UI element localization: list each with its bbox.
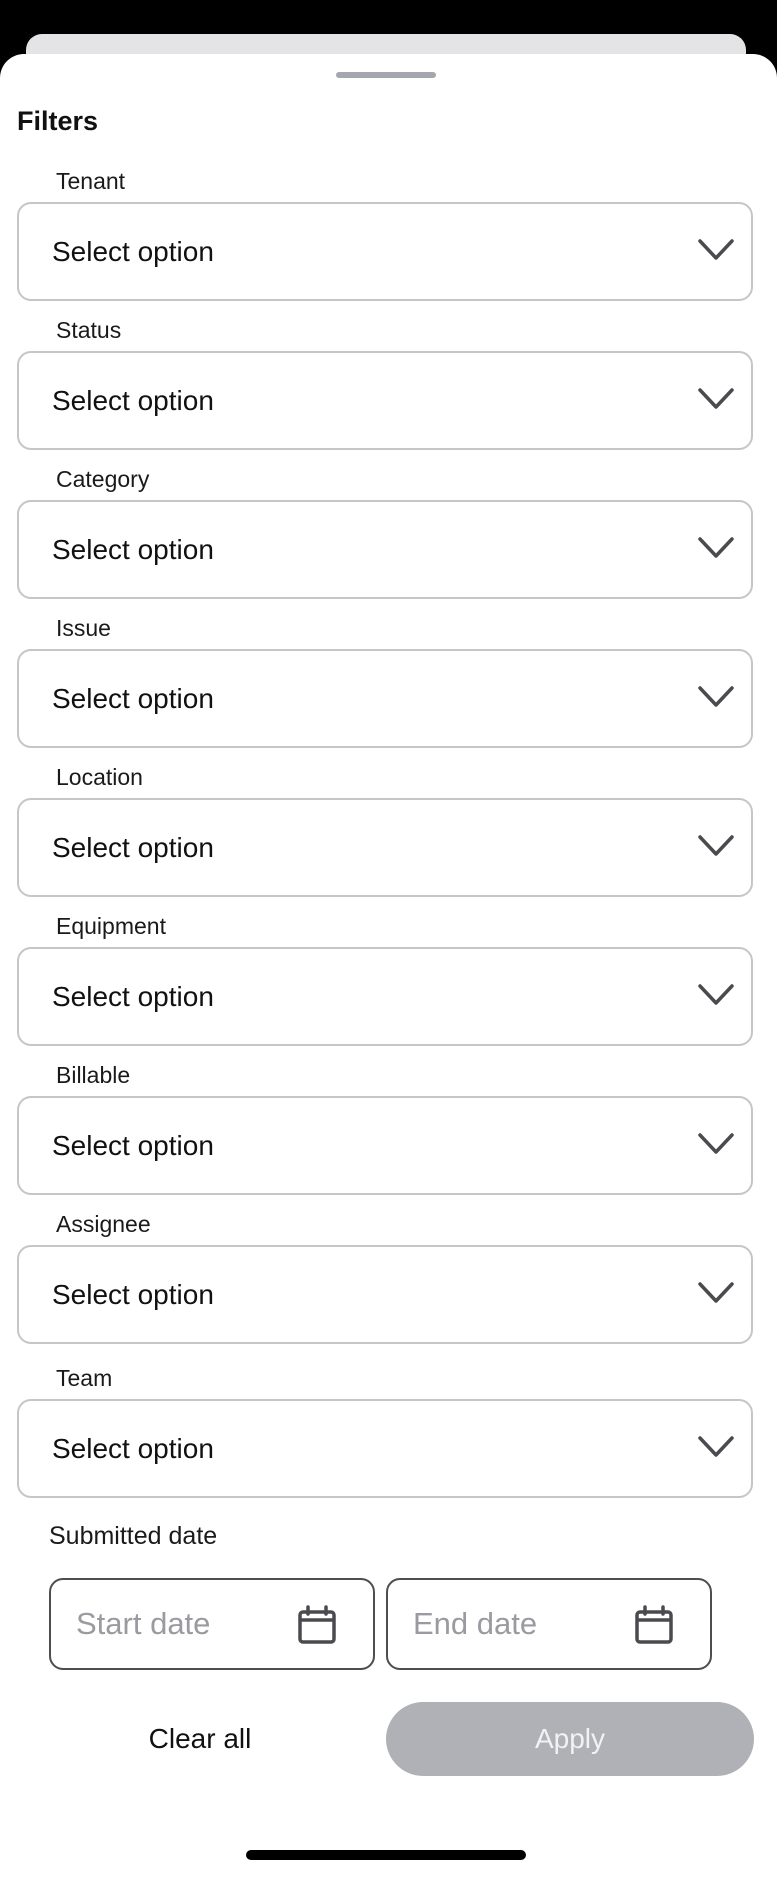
chevron-down-icon [698, 1133, 734, 1154]
end-date-placeholder: End date [413, 1606, 538, 1641]
filter-tenant: Tenant Select option [17, 168, 753, 301]
chevron-down-icon [698, 1436, 734, 1457]
select-value: Select option [52, 683, 214, 714]
sheet-title: Filters [17, 106, 99, 136]
chevron-down-icon [698, 686, 734, 707]
select-value: Select option [52, 534, 214, 565]
start-date-placeholder: Start date [76, 1606, 211, 1641]
filters-sheet: Filters Tenant Select option Status Sele… [0, 54, 777, 1896]
calendar-icon[interactable] [634, 1605, 674, 1645]
category-select[interactable]: Select option [17, 500, 753, 599]
filter-label: Equipment [56, 913, 166, 939]
select-value: Select option [52, 236, 214, 267]
sheet-grabber[interactable] [336, 72, 436, 78]
chevron-down-icon [698, 984, 734, 1005]
apply-button[interactable]: Apply [386, 1702, 754, 1776]
chevron-down-icon [698, 239, 734, 260]
issue-select[interactable]: Select option [17, 649, 753, 748]
tenant-select[interactable]: Select option [17, 202, 753, 301]
clear-all-button[interactable]: Clear all [60, 1702, 340, 1776]
filter-issue: Issue Select option [17, 615, 753, 748]
filter-label: Issue [56, 615, 111, 641]
submitted-date-label: Submitted date [49, 1522, 218, 1550]
filter-label: Tenant [56, 168, 126, 194]
chevron-down-icon [698, 388, 734, 409]
chevron-down-icon [698, 835, 734, 856]
filter-assignee: Assignee Select option [17, 1211, 753, 1344]
team-select[interactable]: Select option [17, 1399, 753, 1498]
select-value: Select option [52, 1130, 214, 1161]
calendar-icon[interactable] [297, 1605, 337, 1645]
status-select[interactable]: Select option [17, 351, 753, 450]
equipment-select[interactable]: Select option [17, 947, 753, 1046]
filter-label: Status [56, 317, 122, 343]
select-value: Select option [52, 385, 214, 416]
filter-category: Category Select option [17, 466, 753, 599]
chevron-down-icon [698, 1282, 734, 1303]
filter-location: Location Select option [17, 764, 753, 897]
select-value: Select option [52, 1433, 214, 1464]
filter-equipment: Equipment Select option [17, 913, 753, 1046]
filter-team: Team Select option [17, 1365, 753, 1498]
start-date-input[interactable]: Start date [49, 1578, 375, 1670]
location-select[interactable]: Select option [17, 798, 753, 897]
end-date-input[interactable]: End date [386, 1578, 712, 1670]
select-value: Select option [52, 832, 214, 863]
select-value: Select option [52, 981, 214, 1012]
select-value: Select option [52, 1279, 214, 1310]
chevron-down-icon [698, 537, 734, 558]
filter-label: Category [56, 466, 150, 492]
filter-label: Team [56, 1365, 113, 1391]
home-indicator [246, 1850, 526, 1860]
filter-label: Billable [56, 1062, 131, 1088]
filter-status: Status Select option [17, 317, 753, 450]
billable-select[interactable]: Select option [17, 1096, 753, 1195]
filter-label: Assignee [56, 1211, 151, 1237]
filter-label: Location [56, 764, 143, 790]
assignee-select[interactable]: Select option [17, 1245, 753, 1344]
filter-billable: Billable Select option [17, 1062, 753, 1195]
